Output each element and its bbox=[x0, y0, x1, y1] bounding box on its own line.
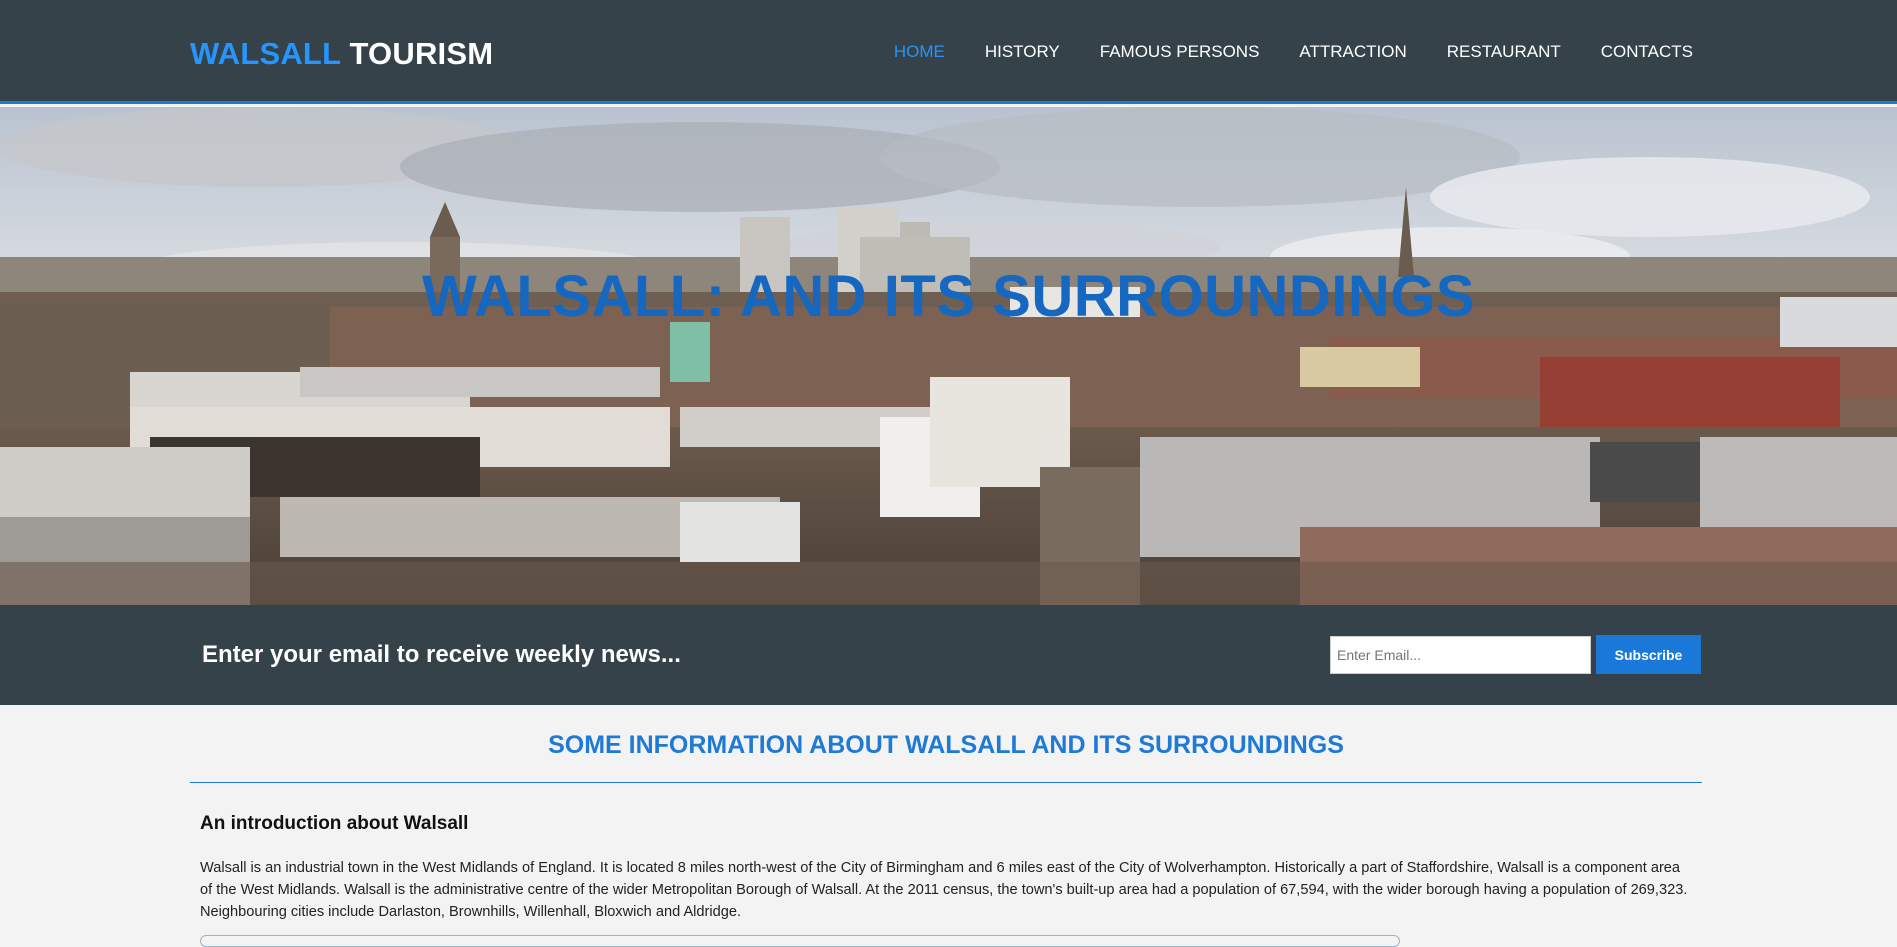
logo-accent: WALSALL bbox=[190, 36, 341, 71]
intro-text: Walsall is an industrial town in the Wes… bbox=[200, 860, 1688, 920]
hero-town-image bbox=[0, 107, 1897, 605]
newsletter-prompt: Enter your email to receive weekly news.… bbox=[202, 641, 681, 668]
nav-restaurant[interactable]: RESTAURANT bbox=[1447, 42, 1561, 62]
hero-banner: WALSALL: AND ITS SURROUNDINGS bbox=[0, 107, 1897, 605]
main-content: SOME INFORMATION ABOUT WALSALL AND ITS S… bbox=[190, 705, 1702, 923]
nav-attraction[interactable]: ATTRACTION bbox=[1299, 42, 1406, 62]
subscribe-button[interactable]: Subscribe bbox=[1596, 635, 1701, 674]
hero-title: WALSALL: AND ITS SURROUNDINGS bbox=[421, 264, 1476, 329]
nav-famous-persons[interactable]: FAMOUS PERSONS bbox=[1100, 42, 1260, 62]
next-card-edge bbox=[200, 935, 1400, 947]
logo-rest: TOURISM bbox=[349, 36, 494, 71]
nav-contacts[interactable]: CONTACTS bbox=[1601, 42, 1693, 62]
newsletter-bar: Enter your email to receive weekly news.… bbox=[0, 605, 1897, 705]
section-title: SOME INFORMATION ABOUT WALSALL AND ITS S… bbox=[190, 731, 1702, 783]
nav-history[interactable]: HISTORY bbox=[985, 42, 1060, 62]
nav-home[interactable]: HOME bbox=[894, 42, 945, 62]
main-nav: HOME HISTORY FAMOUS PERSONS ATTRACTION R… bbox=[854, 42, 1693, 62]
site-header: WALSALL TOURISM HOME HISTORY FAMOUS PERS… bbox=[0, 0, 1897, 104]
email-input[interactable] bbox=[1330, 636, 1591, 674]
intro-heading: An introduction about Walsall bbox=[200, 813, 469, 834]
site-logo[interactable]: WALSALL TOURISM bbox=[190, 36, 493, 72]
